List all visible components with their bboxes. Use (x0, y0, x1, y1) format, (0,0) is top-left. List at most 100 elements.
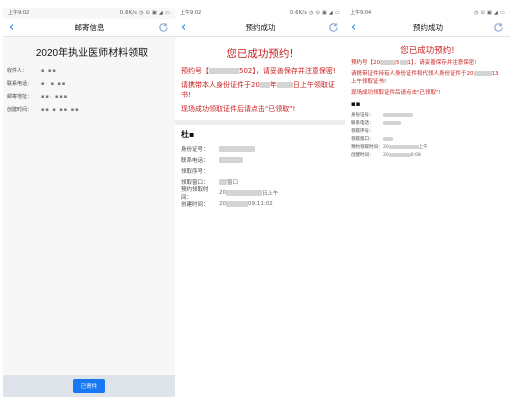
recipient-field: 收件人： ▪ ▪▪ (3, 64, 175, 77)
field-value: ▪· ▪ ▪▪ (41, 80, 67, 87)
redacted-block (276, 82, 293, 88)
info-value: 20 (219, 200, 226, 207)
booking-number-notice: 预约号【20 5 1】，请妥善保存并注意保密! (345, 59, 510, 67)
info-row-phone: 联系电话： (175, 154, 345, 165)
redacted-block (219, 156, 243, 163)
status-time: 上午9:04 (350, 10, 372, 16)
phone-field: 联系电话： ▪· ▪ ▪▪ (3, 77, 175, 90)
field-label: 邮寄地址： (7, 94, 33, 100)
status-icons: 0.6K/s ◷ ⊙ ▣ ◢ ▭ (289, 10, 340, 16)
notice-text: 02】，请妥善保存并注意保密! (243, 67, 336, 75)
info-row-created: 创建时间： 20 0:08 (345, 151, 510, 159)
info-label: 创建时间： (181, 201, 209, 208)
confirm-notice: 现场成功领取证件后请点击"已领取"! (351, 90, 441, 96)
status-bar: 上午9:04 ◷ ⊙ ▣ ◢ ▭ (345, 8, 510, 19)
status-time: 上午9:02 (180, 10, 202, 16)
info-row-phone: 联系电话： (345, 119, 510, 127)
redacted-block (383, 113, 413, 117)
page-title: 预约成功 (245, 23, 276, 32)
redacted-block (383, 137, 393, 141)
success-headline: 您已成功预约! (226, 48, 294, 60)
applicant-name: 杜▪ (181, 130, 195, 139)
field-label: 联系电话： (7, 81, 33, 87)
redacted-block (383, 121, 401, 125)
info-row-created: 创建时间： 20 09:11:02 (175, 198, 345, 209)
field-value: ▪▪ ▪ ▪▪ ▪▪ (41, 106, 80, 113)
created-time-field: 创建时间： ▪▪ ▪ ▪▪ ▪▪ (3, 103, 175, 116)
nav-bar: ‹ 预约成功 (345, 19, 510, 37)
notice-text: 5 (396, 60, 400, 66)
nav-bar: ‹ 预约成功 (175, 19, 345, 37)
field-label: 创建时间： (7, 107, 33, 113)
info-label: 身份证号： (351, 113, 374, 118)
status-bar: 上午9:02 0.6K/s ◷ ⊙ ▣ ◢ ▭ (175, 8, 345, 19)
confirm-notice: 现场成功领取证件后请点击"已领取"! (181, 105, 296, 113)
booking-number-notice: 预约号【 502】，请妥善保存并注意保密! (175, 66, 345, 76)
notice-text: 请携带本人身份证件于20 (181, 81, 260, 89)
info-label: 领取窗口： (351, 137, 374, 142)
info-label: 预约领取时间： (181, 186, 209, 201)
info-value: 日上午 (262, 190, 279, 197)
info-value: 20 (219, 189, 226, 196)
info-value: 窗口 (227, 179, 239, 186)
info-row-pickup-time: 预约领取时间： 20 上午 (345, 143, 510, 151)
info-row-id: 身份证号： (175, 143, 345, 154)
notice-text: 13 (491, 71, 499, 77)
status-bar: 上午9:02 0.6K/s ◷ ⊙ ▣ ◢ ▭ (3, 8, 175, 19)
notice-text: 预约号【20 (351, 60, 380, 66)
info-label: 领取序号： (181, 168, 209, 175)
info-label: 联系电话： (351, 121, 374, 126)
info-value: 上午 (418, 145, 428, 150)
notice-text: 预约号【 (181, 67, 209, 75)
redacted-block (380, 60, 396, 65)
redacted-block (226, 189, 262, 196)
info-label: 身份证号： (181, 146, 209, 153)
notice-text: 1】，请妥善保存并注意保密! (407, 60, 477, 66)
info-row-serial: 领取序号： (175, 165, 345, 176)
info-row-pickup-time: 预约领取时间： 20 日上午 (175, 186, 345, 201)
refresh-icon[interactable] (493, 22, 504, 33)
refresh-icon[interactable] (328, 22, 339, 33)
status-icons: 0.6K/s ◷ ⊙ ▣ ◢ ▭ (119, 10, 170, 16)
info-row-window: 领取窗口： (345, 135, 510, 143)
notice-text: 上午领取证书! (351, 79, 387, 85)
info-row-id: 身份证号： (345, 111, 510, 119)
info-label: 预约领取时间： (351, 145, 383, 150)
field-value: ▪ ▪▪ (41, 67, 57, 74)
field-label: 收件人： (7, 68, 28, 74)
status-icons: ◷ ⊙ ▣ ◢ ▭ (474, 10, 505, 16)
form-heading: 2020年执业医师材料领取 (35, 48, 149, 59)
info-row-serial: 领取序号： (345, 127, 510, 135)
nav-bar: ‹ 邮寄信息 (3, 19, 175, 37)
chevron-left-icon[interactable]: ‹ (9, 19, 21, 37)
redacted-block (226, 200, 248, 207)
redacted-block (259, 82, 270, 88)
chevron-left-icon[interactable]: ‹ (351, 19, 363, 37)
redacted-block (473, 71, 492, 76)
redacted-block (219, 145, 255, 152)
info-value: 20 (383, 152, 389, 158)
page-title: 邮寄信息 (74, 23, 105, 32)
field-value: ▪▪· ▪▪▪ (41, 93, 69, 100)
info-label: 领取序号： (351, 129, 374, 134)
chevron-left-icon[interactable]: ‹ (181, 19, 193, 37)
redacted-block (209, 68, 239, 74)
info-value: 09:11:02 (248, 200, 273, 207)
section-divider (175, 120, 345, 125)
info-label: 创建时间： (351, 153, 374, 158)
notice-text: 请携带证件持有人身份证件和代领人身份证件于20 (351, 71, 474, 77)
redacted-block (388, 145, 419, 149)
phone-booking-success-proxy: 上午9:04 ◷ ⊙ ▣ ◢ ▭ ‹ 预约成功 您已成功预约! 预约号【20 5 1… (345, 8, 510, 203)
redacted-block (399, 60, 408, 65)
sent-button[interactable]: 已寄件 (72, 379, 106, 393)
success-headline: 您已成功预约! (400, 46, 455, 56)
footer-bar: 已寄件 (3, 375, 175, 397)
page-title: 预约成功 (413, 23, 443, 32)
refresh-icon[interactable] (158, 22, 169, 33)
info-value: 0:08 (410, 152, 421, 158)
info-label: 联系电话： (181, 157, 209, 164)
redacted-block (219, 178, 227, 185)
status-time: 上午9:02 (8, 10, 30, 16)
pickup-notice: 请携带本人身份证件于20 年日上午领取证书! (175, 80, 345, 100)
pickup-notice: 请携带证件持有人身份证件和代领人身份证件于20 13 上午领取证书! (345, 70, 510, 86)
